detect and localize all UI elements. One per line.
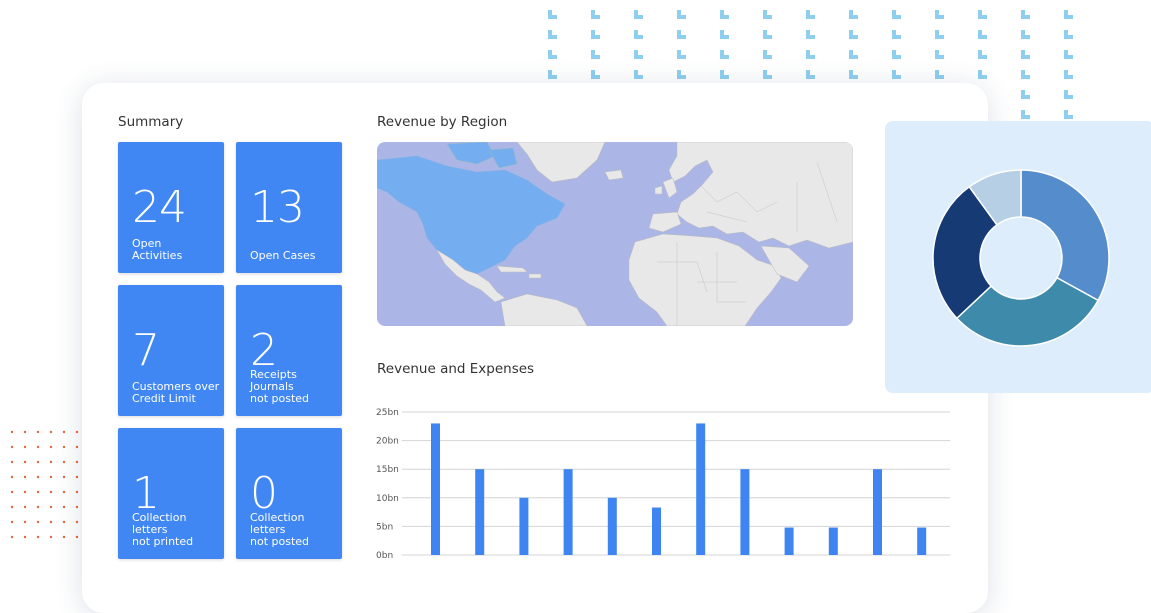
bar: [519, 497, 529, 555]
summary-tile[interactable]: 7 Customers over Credit Limit: [118, 285, 224, 416]
decorative-dots: [10, 430, 79, 539]
tile-value: 2: [250, 325, 278, 376]
bar: [740, 469, 750, 555]
summary-tile[interactable]: 1 Collection letters not printed: [118, 428, 224, 559]
tile-value: 13: [250, 182, 305, 233]
donut-panel: [885, 121, 1151, 393]
donut-slice: [1020, 169, 1110, 302]
bar: [475, 469, 485, 555]
donut-chart: [932, 169, 1110, 347]
summary-tile[interactable]: 24 Open Activities: [118, 142, 224, 273]
y-tick-label: 25bn: [376, 408, 399, 418]
revenue-expenses-chart: 0bn 5bn 10bn 15bn 20bn 25bn: [376, 408, 950, 561]
tile-value: 7: [132, 325, 160, 376]
bar: [652, 507, 661, 555]
y-tick-label: 10bn: [376, 494, 399, 504]
bar: [431, 423, 440, 555]
tile-label: Receipts Journals not posted: [250, 368, 310, 405]
summary-title: Summary: [118, 114, 184, 130]
y-tick-label: 15bn: [376, 465, 399, 475]
tile-label: Open Cases: [250, 249, 316, 262]
map-title: Revenue by Region: [377, 114, 508, 130]
bar: [607, 497, 617, 555]
summary-tile[interactable]: 2 Receipts Journals not posted: [236, 285, 342, 416]
tile-value: 24: [132, 182, 187, 233]
tile-value: 0: [250, 468, 278, 519]
bar: [696, 423, 706, 555]
bar: [563, 469, 573, 555]
y-tick-label: 5bn: [376, 522, 393, 532]
revenue-region-map[interactable]: [377, 142, 853, 326]
summary-tile[interactable]: 13 Open Cases: [236, 142, 342, 273]
bar: [828, 527, 838, 555]
y-tick-label: 20bn: [376, 437, 399, 447]
bar: [917, 527, 927, 555]
bar: [784, 527, 794, 555]
tile-value: 1: [132, 468, 160, 519]
tile-label: Open Activities: [132, 237, 183, 262]
tile-label: Customers over Credit Limit: [132, 380, 220, 405]
chart-title: Revenue and Expenses: [377, 361, 535, 377]
y-tick-label: 0bn: [376, 551, 393, 561]
bar: [873, 469, 882, 555]
tile-label: Collection letters not printed: [132, 511, 194, 548]
world-map: [377, 142, 853, 326]
summary-tile[interactable]: 0 Collection letters not posted: [236, 428, 342, 559]
tile-label: Collection letters not posted: [250, 511, 310, 548]
